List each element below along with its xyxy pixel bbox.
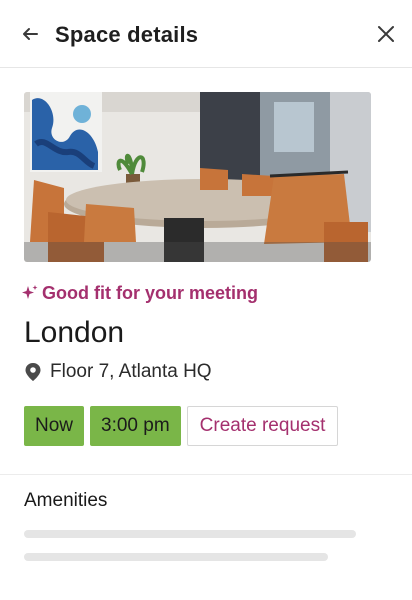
time-slot-button[interactable]: 3:00 pm (90, 406, 181, 446)
back-button[interactable] (18, 22, 42, 46)
amenities-loading-placeholder (24, 553, 328, 561)
amenities-loading-placeholder (24, 530, 356, 538)
space-location: Floor 7, Atlanta HQ (24, 360, 212, 384)
page-title: Space details (55, 22, 199, 47)
create-request-button[interactable]: Create request (186, 406, 339, 446)
good-fit-badge: Good fit for your meeting (22, 282, 258, 304)
arrow-left-icon (23, 28, 38, 40)
map-pin-icon (25, 363, 41, 381)
close-button[interactable] (374, 22, 398, 46)
time-options: Now 3:00 pm Create request (24, 406, 339, 446)
sparkle-icon (22, 285, 38, 299)
close-icon (378, 26, 394, 42)
amenities-heading: Amenities (24, 490, 108, 511)
good-fit-label: Good fit for your meeting (42, 282, 258, 303)
space-photo (24, 92, 371, 262)
space-name: London (24, 316, 125, 349)
location-label: Floor 7, Atlanta HQ (50, 361, 212, 382)
section-divider (0, 474, 412, 475)
now-button[interactable]: Now (24, 406, 85, 446)
header-bar: Space details (0, 0, 412, 68)
